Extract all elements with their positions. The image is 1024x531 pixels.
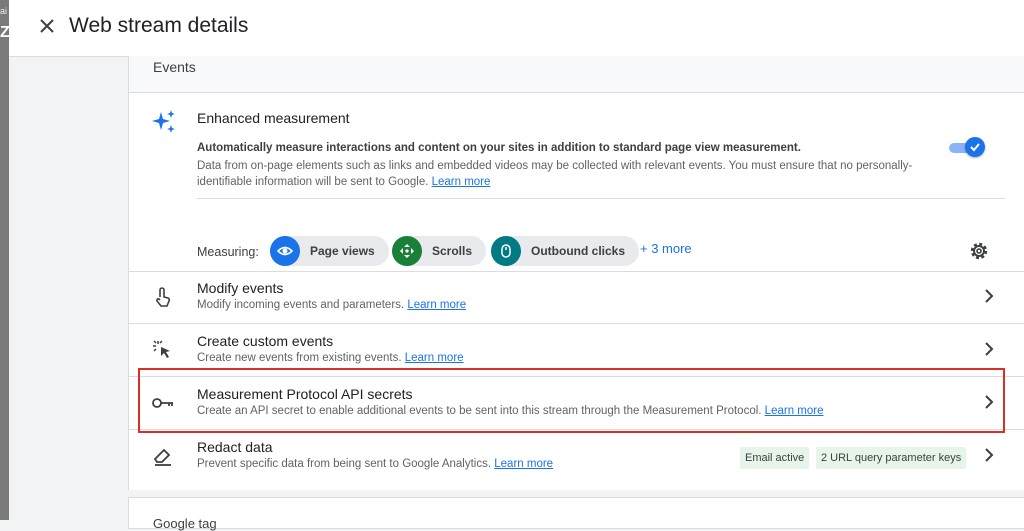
chevron-right-icon <box>985 395 994 409</box>
cursor-click-icon <box>151 338 175 362</box>
check-icon <box>970 143 980 152</box>
chevron-right-icon <box>985 289 994 303</box>
row-create-custom-events[interactable]: Create custom events Create new events f… <box>129 324 1024 377</box>
close-icon <box>40 19 54 33</box>
next-section-panel: Google tag <box>128 497 1024 531</box>
key-icon <box>151 391 175 415</box>
learn-more-link[interactable]: Learn more <box>405 352 464 364</box>
description-text: Data from on-page elements such as links… <box>197 160 913 188</box>
enhanced-measurement-description: Data from on-page elements such as links… <box>197 158 937 190</box>
toggle-knob <box>965 137 985 157</box>
learn-more-link[interactable]: Learn more <box>432 176 491 188</box>
chip-page-views: Page views <box>270 236 389 266</box>
background-text: ai <box>0 6 8 16</box>
enhanced-measurement-summary: Automatically measure interactions and c… <box>197 142 801 154</box>
row-description: Modify incoming events and parameters. L… <box>197 299 466 311</box>
sparkle-icon <box>151 109 177 135</box>
row-redact-data[interactable]: Redact data Prevent specific data from b… <box>129 430 1024 482</box>
description-text: Create an API secret to enable additiona… <box>197 405 762 417</box>
next-section-title: Google tag <box>153 516 217 531</box>
background-window-strip: ai Z <box>0 0 10 520</box>
row-modify-events[interactable]: Modify events Modify incoming events and… <box>129 271 1024 324</box>
enhanced-measurement-section: Enhanced measurement Automatically measu… <box>129 93 1024 272</box>
row-title: Redact data <box>197 439 273 455</box>
status-badge: 2 URL query parameter keys <box>816 447 967 469</box>
settings-button[interactable] <box>968 240 990 262</box>
description-text: Prevent specific data from being sent to… <box>197 458 492 470</box>
description-text: Modify incoming events and parameters. <box>197 299 405 311</box>
chip-scrolls: Scrolls <box>392 236 487 266</box>
chip-outbound-clicks: Outbound clicks <box>491 236 640 266</box>
enhanced-measurement-toggle[interactable] <box>949 137 987 157</box>
events-section-title: Events <box>153 59 196 75</box>
measuring-label: Measuring: <box>197 245 259 259</box>
more-events-link[interactable]: + 3 more <box>640 241 692 256</box>
enhanced-measurement-title: Enhanced measurement <box>197 110 350 126</box>
row-measurement-protocol-api-secrets[interactable]: Measurement Protocol API secrets Create … <box>129 377 1024 430</box>
row-title: Measurement Protocol API secrets <box>197 386 413 402</box>
page-header: Web stream details <box>9 0 1024 57</box>
description-text: Create new events from existing events. <box>197 352 402 364</box>
chip-label: Page views <box>310 244 375 258</box>
learn-more-link[interactable]: Learn more <box>765 405 824 417</box>
chevron-right-icon <box>985 342 994 356</box>
row-title: Modify events <box>197 280 284 296</box>
chevron-right-icon <box>985 448 994 462</box>
eraser-icon <box>151 444 175 468</box>
chip-label: Outbound clicks <box>531 244 626 258</box>
close-button[interactable] <box>37 16 57 36</box>
page-title: Web stream details <box>69 14 249 37</box>
gear-icon <box>970 242 988 260</box>
mouse-icon <box>491 236 521 266</box>
row-description: Prevent specific data from being sent to… <box>197 458 553 470</box>
row-description: Create an API secret to enable additiona… <box>197 405 823 417</box>
events-header: Events <box>129 56 1024 93</box>
events-panel: Events Enhanced measurement Automaticall… <box>128 56 1024 490</box>
row-description: Create new events from existing events. … <box>197 352 464 364</box>
touch-icon <box>151 285 175 309</box>
chip-label: Scrolls <box>432 244 473 258</box>
learn-more-link[interactable]: Learn more <box>494 458 553 470</box>
learn-more-link[interactable]: Learn more <box>407 299 466 311</box>
row-title: Create custom events <box>197 333 334 349</box>
divider <box>197 198 1005 199</box>
scroll-icon <box>392 236 422 266</box>
status-badge: Email active <box>740 447 810 469</box>
eye-icon <box>270 236 300 266</box>
